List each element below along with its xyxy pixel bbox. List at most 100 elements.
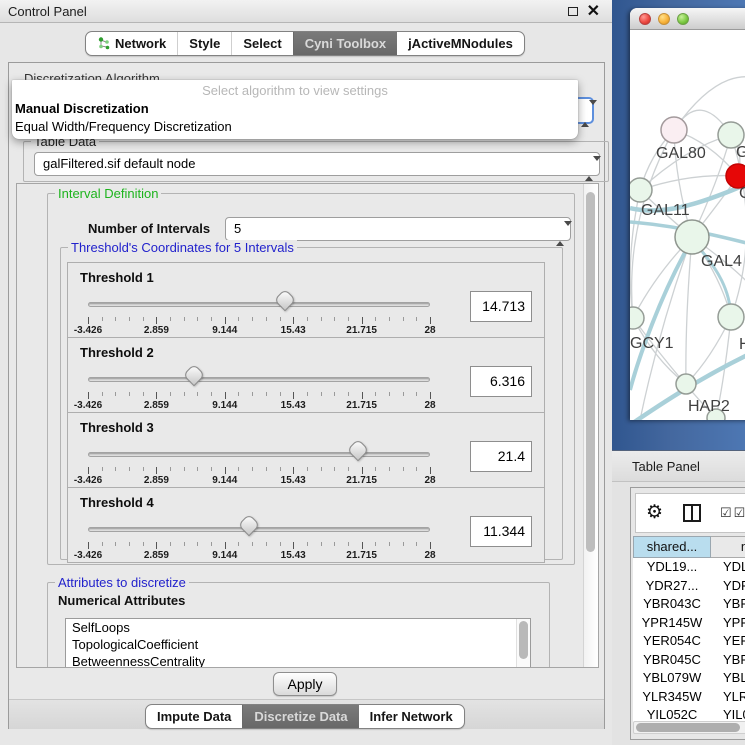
cell-name[interactable]: YER0 — [711, 632, 745, 651]
cell-shared-name[interactable]: YLR345W — [633, 688, 711, 707]
control-panel: Control Panel ✕ Network Style Select Cyn… — [0, 0, 612, 745]
float-window-icon[interactable] — [568, 7, 578, 16]
network-canvas[interactable]: GAL80 GA C GAL11 GAL4 GCY1 H HAP2 — [630, 30, 745, 420]
threshold-4-value-field[interactable]: 11.344 — [470, 516, 532, 547]
cell-name[interactable]: YBR0 — [711, 595, 745, 614]
list-scrollbar-thumb[interactable] — [519, 621, 528, 659]
zoom-traffic-light-icon[interactable] — [677, 13, 689, 25]
table-row[interactable]: YBR045CYBR0 — [633, 651, 745, 670]
threshold-4-panel: Threshold 4 -3.4262.8599.14415.4321.7152… — [67, 487, 545, 563]
horizontal-scrollbar-thumb[interactable] — [636, 723, 740, 732]
node-label-top-right: GA — [736, 144, 745, 161]
table-row[interactable]: YER054CYER0 — [633, 632, 745, 651]
stepper-arrows-icon[interactable] — [585, 158, 592, 180]
column-header-name[interactable]: n — [711, 536, 745, 558]
minor-tick — [143, 317, 144, 321]
attribute-list-item[interactable]: SelfLoops — [66, 619, 530, 636]
horizontal-scrollbar[interactable] — [633, 721, 745, 734]
threshold-3-slider[interactable]: -3.4262.8599.14415.4321.71528 — [88, 444, 430, 488]
cell-shared-name[interactable]: YDR27... — [633, 577, 711, 596]
cell-name[interactable]: YBR0 — [711, 651, 745, 670]
cell-shared-name[interactable]: YBL079W — [633, 669, 711, 688]
algorithm-option[interactable]: Manual Discretization — [12, 100, 578, 118]
tab-infer-network[interactable]: Infer Network — [359, 705, 464, 728]
cell-name[interactable]: YDR2 — [711, 577, 745, 596]
minor-tick — [184, 542, 185, 546]
vertical-scrollbar-thumb[interactable] — [586, 192, 595, 552]
cell-name[interactable]: YDL1 — [711, 558, 745, 577]
slider-thumb[interactable] — [237, 514, 260, 537]
minimize-traffic-light-icon[interactable] — [658, 13, 670, 25]
tab-jactivemnodules-label: jActiveMNodules — [408, 36, 513, 51]
tab-discretize-data[interactable]: Discretize Data — [242, 705, 358, 728]
threshold-2-slider[interactable]: -3.4262.8599.14415.4321.71528 — [88, 369, 430, 413]
stepper-arrows-icon[interactable] — [581, 105, 588, 123]
cell-shared-name[interactable]: YDL19... — [633, 558, 711, 577]
cell-name[interactable]: YPR1 — [711, 614, 745, 633]
threshold-4-slider[interactable]: -3.4262.8599.14415.4321.71528 — [88, 519, 430, 563]
major-tick — [156, 317, 157, 324]
threshold-2-value-field[interactable]: 6.316 — [470, 366, 532, 397]
table-row[interactable]: YPR145WYPR1 — [633, 614, 745, 633]
threshold-1-slider[interactable]: -3.4262.8599.14415.4321.71528 — [88, 294, 430, 338]
tab-style[interactable]: Style — [177, 32, 231, 55]
close-traffic-light-icon[interactable] — [639, 13, 651, 25]
slider-track[interactable] — [88, 527, 430, 532]
number-of-intervals-combobox[interactable]: 5 — [225, 217, 571, 241]
table-row[interactable]: YLR345WYLR3 — [633, 688, 745, 707]
table-row[interactable]: YDL19...YDL1 — [633, 558, 745, 577]
cell-name[interactable]: YLR3 — [711, 688, 745, 707]
table-row[interactable]: YBL079WYBL0 — [633, 669, 745, 688]
cell-shared-name[interactable]: YPR145W — [633, 614, 711, 633]
table-row[interactable]: YBR043CYBR0 — [633, 595, 745, 614]
list-scrollbar[interactable] — [516, 619, 530, 668]
slider-thumb[interactable] — [183, 364, 206, 387]
threshold-1-value-field[interactable]: 14.713 — [470, 291, 532, 322]
vertical-scrollbar[interactable] — [583, 184, 598, 667]
apply-button[interactable]: Apply — [273, 672, 337, 696]
cell-name[interactable]: YBL0 — [711, 669, 745, 688]
slider-track[interactable] — [88, 452, 430, 457]
cell-shared-name[interactable]: YER054C — [633, 632, 711, 651]
close-icon[interactable]: ✕ — [587, 1, 600, 22]
minor-tick — [334, 467, 335, 471]
threshold-3-value-field[interactable]: 21.4 — [470, 441, 532, 472]
slider-thumb[interactable] — [347, 439, 370, 462]
attribute-list-item[interactable]: TopologicalCoefficient — [66, 636, 530, 653]
node-gcy1[interactable] — [630, 307, 644, 329]
numerical-attributes-list[interactable]: SelfLoopsTopologicalCoefficientBetweenne… — [65, 618, 531, 668]
table-panel-title: Table Panel — [632, 451, 700, 482]
column-header-shared-name[interactable]: shared... — [633, 536, 711, 558]
tab-select[interactable]: Select — [231, 32, 292, 55]
node-right-mid[interactable] — [718, 304, 744, 330]
tab-cyni-toolbox[interactable]: Cyni Toolbox — [293, 32, 397, 55]
minor-tick — [403, 467, 404, 471]
table-data-combobox[interactable]: galFiltered.sif default node — [34, 152, 600, 176]
cell-shared-name[interactable]: YBR043C — [633, 595, 711, 614]
checkboxes-icon[interactable]: ☑☑ — [720, 505, 745, 521]
interval-definition-group-label: Interval Definition — [55, 186, 161, 201]
minor-tick — [115, 392, 116, 396]
algorithm-option[interactable]: Equal Width/Frequency Discretization — [12, 118, 578, 136]
slider-track[interactable] — [88, 377, 430, 382]
tab-impute-data[interactable]: Impute Data — [146, 705, 242, 728]
table-row[interactable]: YDR27...YDR2 — [633, 577, 745, 596]
columns-icon[interactable] — [683, 504, 701, 522]
tab-jactivemnodules[interactable]: jActiveMNodules — [397, 32, 524, 55]
tick-label: 15.43 — [281, 400, 306, 411]
minor-tick — [211, 392, 212, 396]
node-gal4[interactable] — [675, 220, 709, 254]
node-hap2[interactable] — [676, 374, 696, 394]
cell-shared-name[interactable]: YBR045C — [633, 651, 711, 670]
tick-label: 9.144 — [212, 550, 237, 561]
slider-track[interactable] — [88, 302, 430, 307]
node-gal11[interactable] — [630, 178, 652, 202]
tab-network[interactable]: Network — [86, 32, 177, 55]
node-label-gal11: GAL11 — [641, 202, 690, 219]
gear-icon[interactable]: ⚙ — [646, 500, 663, 526]
algorithm-dropdown-popup: Select algorithm to view settings Manual… — [12, 80, 578, 139]
stepper-arrows-icon[interactable] — [556, 223, 563, 245]
slider-thumb[interactable] — [274, 289, 297, 312]
node-gal80[interactable] — [661, 117, 687, 143]
attribute-list-item[interactable]: BetweennessCentrality — [66, 653, 530, 668]
